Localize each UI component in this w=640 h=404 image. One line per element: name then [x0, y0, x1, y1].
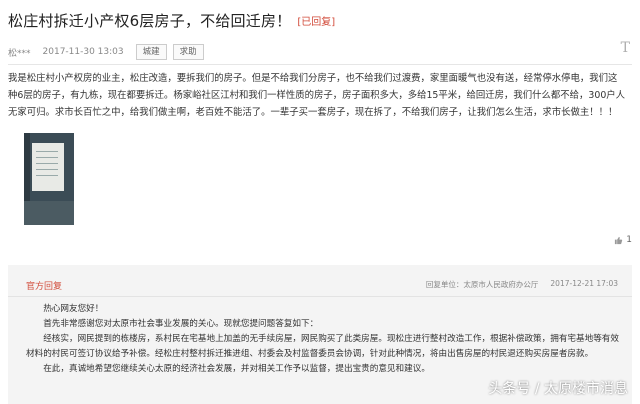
reply-unit-label: 回复单位： — [425, 280, 464, 289]
like-count: 1 — [626, 235, 632, 245]
attached-photo[interactable] — [24, 133, 74, 225]
reply-date: 2017-12-21 17:03 — [550, 279, 618, 288]
post-body: 我是松庄村小产权房的业主，松庄改造，要拆我们的房子。但是不给我们分房子，也不给我… — [8, 73, 626, 118]
post-author: 松*** — [8, 48, 31, 59]
photo-text-line — [36, 151, 58, 152]
reply-unit: 回复单位：太原市人民政府办公厅 — [426, 279, 539, 290]
reply-paragraph: 经核实，网民提到的栋楼房，系村民在宅基地上加盖的无手续房屋，网民购买了此类房屋。… — [26, 334, 619, 359]
font-size-icon-glyph: T — [620, 40, 630, 56]
official-reply-label: 官方回复 — [26, 282, 63, 292]
tag-type[interactable]: 求助 — [172, 44, 204, 60]
post-meta: 松*** 2017-11-30 13:03 城建 求助 — [8, 44, 210, 60]
photo-text-line — [36, 175, 58, 176]
watermark: 头条号 / 太原楼市消息 — [488, 381, 628, 397]
reply-paragraph: 首先非常感谢您对太原市社会事业发展的关心。现就您提问题答复如下： — [43, 319, 319, 329]
reply-meta: 回复单位：太原市人民政府办公厅 2017-12-21 17:03 — [426, 279, 618, 290]
photo-text-line — [36, 157, 58, 158]
reply-status-badge: [已回复] — [297, 16, 336, 28]
post-title-row: 松庄村拆迁小产权6层房子，不给回迁房！ [已回复] — [8, 9, 632, 31]
font-size-icon[interactable]: T — [621, 40, 630, 56]
photo-text-line — [36, 169, 58, 170]
tag-category[interactable]: 城建 — [135, 44, 167, 60]
reply-unit-name: 太原市人民政府办公厅 — [463, 280, 539, 289]
post-title: 松庄村拆迁小产权6层房子，不给回迁房！ — [8, 11, 292, 30]
photo-text-line — [36, 163, 58, 164]
reply-paragraph: 热心网友您好！ — [43, 304, 104, 314]
reply-paragraph: 在此，真诚地希望您继续关心太原的经济社会发展，并对相关工作予以监督，提出宝贵的意… — [43, 364, 430, 374]
divider — [8, 64, 632, 65]
reply-body: 热心网友您好！ 首先非常感谢您对太原市社会事业发展的关心。现就您提问题答复如下：… — [26, 302, 626, 377]
reply-divider — [8, 296, 632, 297]
thumbs-up-icon — [615, 236, 623, 244]
photo-ground — [24, 201, 74, 225]
like-button[interactable]: 1 — [614, 235, 632, 245]
post-date: 2017-11-30 13:03 — [42, 47, 124, 57]
